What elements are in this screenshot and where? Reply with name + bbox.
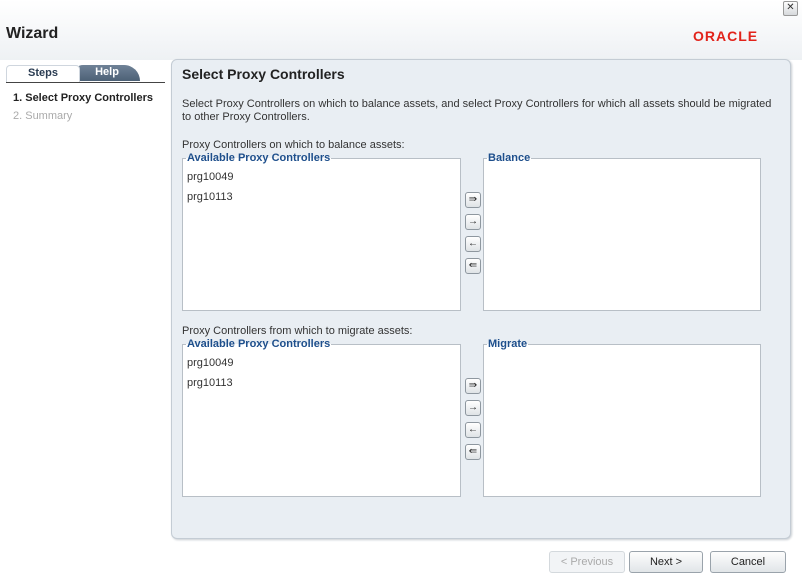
- list-item[interactable]: prg10049: [187, 171, 234, 183]
- window-title: Wizard: [6, 25, 59, 42]
- move-right-icon[interactable]: →: [465, 400, 481, 416]
- migrate-list-title: Migrate: [487, 338, 529, 350]
- balance-list-title: Balance: [487, 152, 532, 164]
- oracle-logo: ORACLE: [693, 28, 759, 44]
- steps-pane: [0, 60, 170, 579]
- list-item[interactable]: prg10113: [187, 377, 233, 389]
- move-right-icon[interactable]: →: [465, 214, 481, 230]
- migrate-section-label: Proxy Controllers from which to migrate …: [182, 325, 413, 337]
- list-item[interactable]: prg10049: [187, 357, 234, 369]
- migrate-list[interactable]: Migrate: [483, 338, 761, 497]
- tab-steps[interactable]: Steps: [6, 65, 80, 82]
- page-title: Select Proxy Controllers: [182, 66, 345, 82]
- wizard-header: [0, 0, 802, 60]
- close-icon[interactable]: ✕: [783, 1, 798, 16]
- available-balance-list-title: Available Proxy Controllers: [186, 152, 332, 164]
- next-button[interactable]: Next >: [629, 551, 703, 573]
- step-summary: 2. Summary: [13, 110, 73, 122]
- move-all-right-icon[interactable]: ⇛: [465, 192, 481, 208]
- left-tabs: Help Steps: [6, 65, 165, 83]
- instructions-text: Select Proxy Controllers on which to bal…: [182, 98, 772, 123]
- available-balance-list[interactable]: Available Proxy Controllers prg10049 prg…: [182, 152, 461, 311]
- move-all-right-icon[interactable]: ⇛: [465, 378, 481, 394]
- previous-button[interactable]: < Previous: [549, 551, 625, 573]
- balance-list[interactable]: Balance: [483, 152, 761, 311]
- tab-help[interactable]: Help: [74, 65, 140, 81]
- move-left-icon[interactable]: ←: [465, 236, 481, 252]
- balance-section-label: Proxy Controllers on which to balance as…: [182, 139, 405, 151]
- cancel-button[interactable]: Cancel: [710, 551, 786, 573]
- list-item[interactable]: prg10113: [187, 191, 233, 203]
- available-migrate-list-title: Available Proxy Controllers: [186, 338, 332, 350]
- available-migrate-list[interactable]: Available Proxy Controllers prg10049 prg…: [182, 338, 461, 497]
- move-left-icon[interactable]: ←: [465, 422, 481, 438]
- move-all-left-icon[interactable]: ⇚: [465, 444, 481, 460]
- move-all-left-icon[interactable]: ⇚: [465, 258, 481, 274]
- step-select-proxy-controllers[interactable]: 1. Select Proxy Controllers: [13, 92, 153, 104]
